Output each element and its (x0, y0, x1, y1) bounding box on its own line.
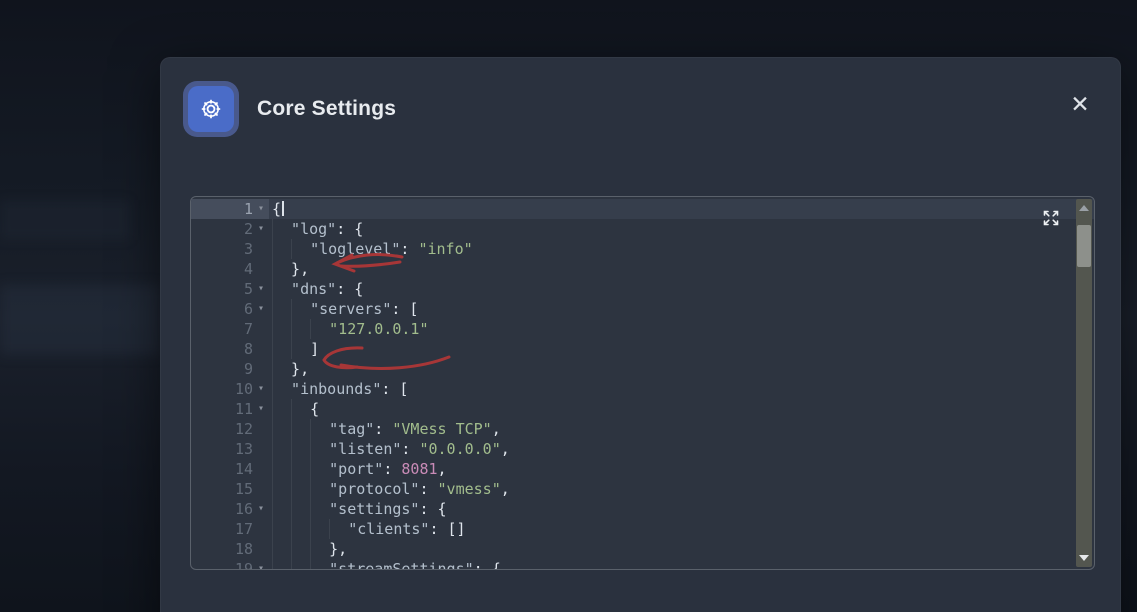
line-number: 4 (191, 259, 269, 279)
code-line[interactable]: 4}, (191, 259, 1094, 279)
fold-arrow-icon[interactable]: ▾ (253, 559, 269, 570)
scroll-down-icon[interactable] (1079, 555, 1089, 561)
code-line[interactable]: 5▾"dns": { (191, 279, 1094, 299)
line-number: 18 (191, 539, 269, 559)
background-glow (0, 285, 160, 355)
line-number: 10▾ (191, 379, 269, 399)
code-line[interactable]: 11▾{ (191, 399, 1094, 419)
fold-arrow-icon[interactable]: ▾ (253, 399, 269, 419)
fold-arrow-icon[interactable]: ▾ (253, 299, 269, 319)
scrollbar-thumb[interactable] (1077, 225, 1091, 267)
line-number: 9 (191, 359, 269, 379)
line-number: 1▾ (191, 199, 269, 219)
gear-icon-badge (183, 81, 239, 137)
background-glow-2 (0, 200, 130, 240)
modal-header: Core Settings (183, 81, 396, 137)
editor-scrollbar[interactable] (1076, 199, 1092, 567)
line-number: 6▾ (191, 299, 269, 319)
fold-arrow-icon[interactable]: ▾ (253, 219, 269, 239)
line-number: 2▾ (191, 219, 269, 239)
line-number: 12 (191, 419, 269, 439)
code-line[interactable]: 8] (191, 339, 1094, 359)
modal-title: Core Settings (257, 97, 396, 121)
code-line[interactable]: 10▾"inbounds": [ (191, 379, 1094, 399)
code-line[interactable]: 2▾"log": { (191, 219, 1094, 239)
code-line[interactable]: 7"127.0.0.1" (191, 319, 1094, 339)
line-number: 16▾ (191, 499, 269, 519)
code-line[interactable]: 16▾"settings": { (191, 499, 1094, 519)
line-number: 3 (191, 239, 269, 259)
scroll-up-icon[interactable] (1079, 205, 1089, 211)
line-number: 14 (191, 459, 269, 479)
code-line[interactable]: 3"loglevel": "info" (191, 239, 1094, 259)
code-line[interactable]: 14"port": 8081, (191, 459, 1094, 479)
code-line[interactable]: 6▾"servers": [ (191, 299, 1094, 319)
fold-arrow-icon[interactable]: ▾ (253, 499, 269, 519)
fullscreen-icon[interactable] (1042, 209, 1060, 227)
code-line[interactable]: 17"clients": [] (191, 519, 1094, 539)
code-line[interactable]: 1▾{ (191, 199, 1094, 219)
code-line[interactable]: 13"listen": "0.0.0.0", (191, 439, 1094, 459)
fold-arrow-icon[interactable]: ▾ (253, 379, 269, 399)
code-line[interactable]: 19▾"streamSettings": { (191, 559, 1094, 570)
line-number: 5▾ (191, 279, 269, 299)
code-line[interactable]: 18}, (191, 539, 1094, 559)
line-number: 17 (191, 519, 269, 539)
code-line[interactable]: 15"protocol": "vmess", (191, 479, 1094, 499)
code-line[interactable]: 12"tag": "VMess TCP", (191, 419, 1094, 439)
line-number: 11▾ (191, 399, 269, 419)
line-number: 15 (191, 479, 269, 499)
line-number: 13 (191, 439, 269, 459)
fold-arrow-icon[interactable]: ▾ (253, 199, 269, 219)
line-number: 8 (191, 339, 269, 359)
line-number: 19▾ (191, 559, 269, 570)
editor-lines: 1▾{2▾"log": {3"loglevel": "info"4},5▾"dn… (191, 199, 1094, 570)
core-settings-modal: Core Settings ✕ Configuration v1.8.3 1▾{… (160, 57, 1121, 612)
close-button[interactable]: ✕ (1066, 90, 1094, 118)
code-line[interactable]: 9}, (191, 359, 1094, 379)
gear-icon (188, 86, 234, 132)
line-number: 7 (191, 319, 269, 339)
config-editor[interactable]: 1▾{2▾"log": {3"loglevel": "info"4},5▾"dn… (190, 196, 1095, 570)
screen: Core Settings ✕ Configuration v1.8.3 1▾{… (0, 0, 1137, 612)
fold-arrow-icon[interactable]: ▾ (253, 279, 269, 299)
